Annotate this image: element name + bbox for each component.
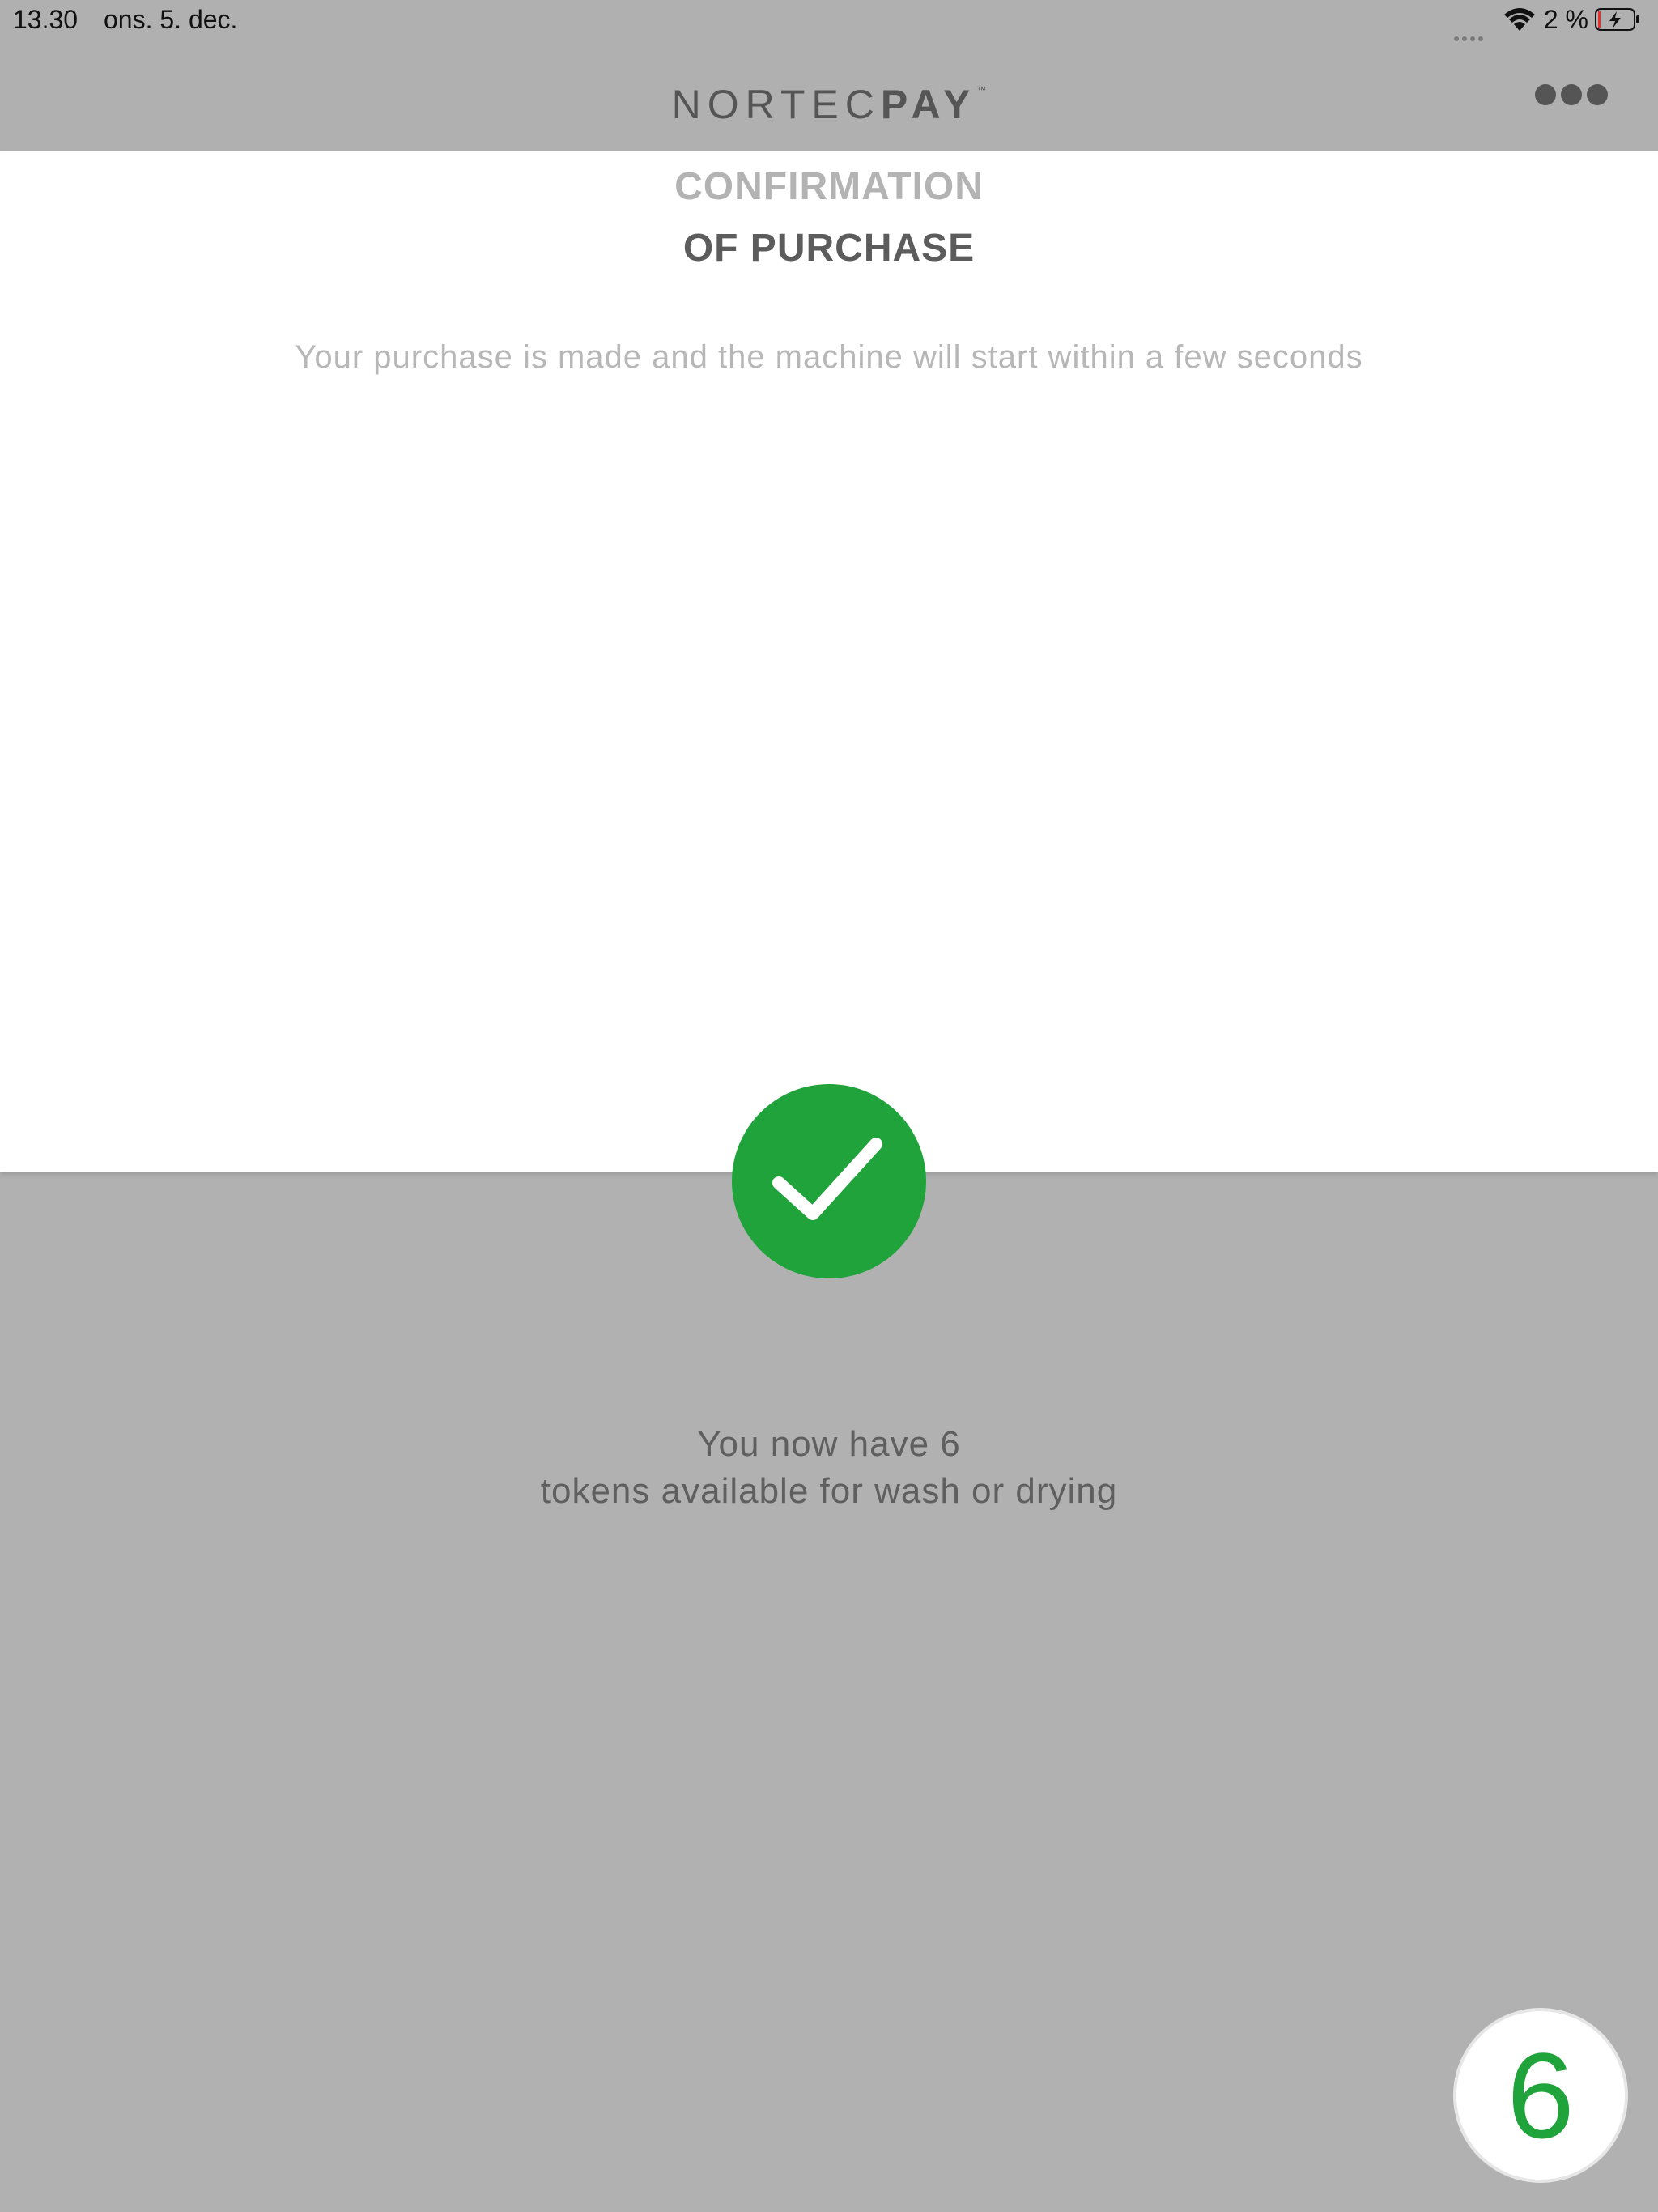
battery-percent: 2 %: [1543, 5, 1588, 34]
more-dots-icon: [1535, 84, 1556, 105]
brand-logo-light: NORTEC: [671, 82, 881, 127]
checkmark-icon: [772, 1138, 882, 1220]
brand-trademark: ™: [976, 84, 987, 96]
token-count-badge[interactable]: 6: [1456, 2011, 1625, 2180]
brand-logo: NORTECPAY™: [0, 81, 1658, 128]
status-time: 13.30: [13, 5, 79, 34]
tokens-available-text: You now have 6 tokens available for wash…: [0, 1421, 1658, 1515]
wifi-icon: [1504, 8, 1535, 31]
confirmation-panel: CONFIRMATION OF PURCHASE Your purchase i…: [0, 151, 1658, 1172]
page-title-line2: OF PURCHASE: [682, 227, 976, 270]
more-options-button[interactable]: [1535, 84, 1613, 108]
status-date: ons. 5. dec.: [104, 5, 238, 34]
battery-charging-icon: [1595, 8, 1639, 31]
tokens-line1: You now have 6: [697, 1424, 961, 1464]
app-header: NORTECPAY™: [0, 42, 1658, 151]
token-count: 6: [1507, 2027, 1575, 2163]
page-title-line1: CONFIRMATION: [674, 165, 984, 208]
confirmation-message: Your purchase is made and the machine wi…: [295, 339, 1363, 375]
status-bar: 13.30 ons. 5. dec. 2 %: [0, 0, 1658, 42]
brand-logo-bold: PAY: [880, 82, 977, 127]
success-checkmark-icon: [732, 1084, 926, 1278]
tokens-line2: tokens available for wash or drying: [540, 1471, 1118, 1511]
